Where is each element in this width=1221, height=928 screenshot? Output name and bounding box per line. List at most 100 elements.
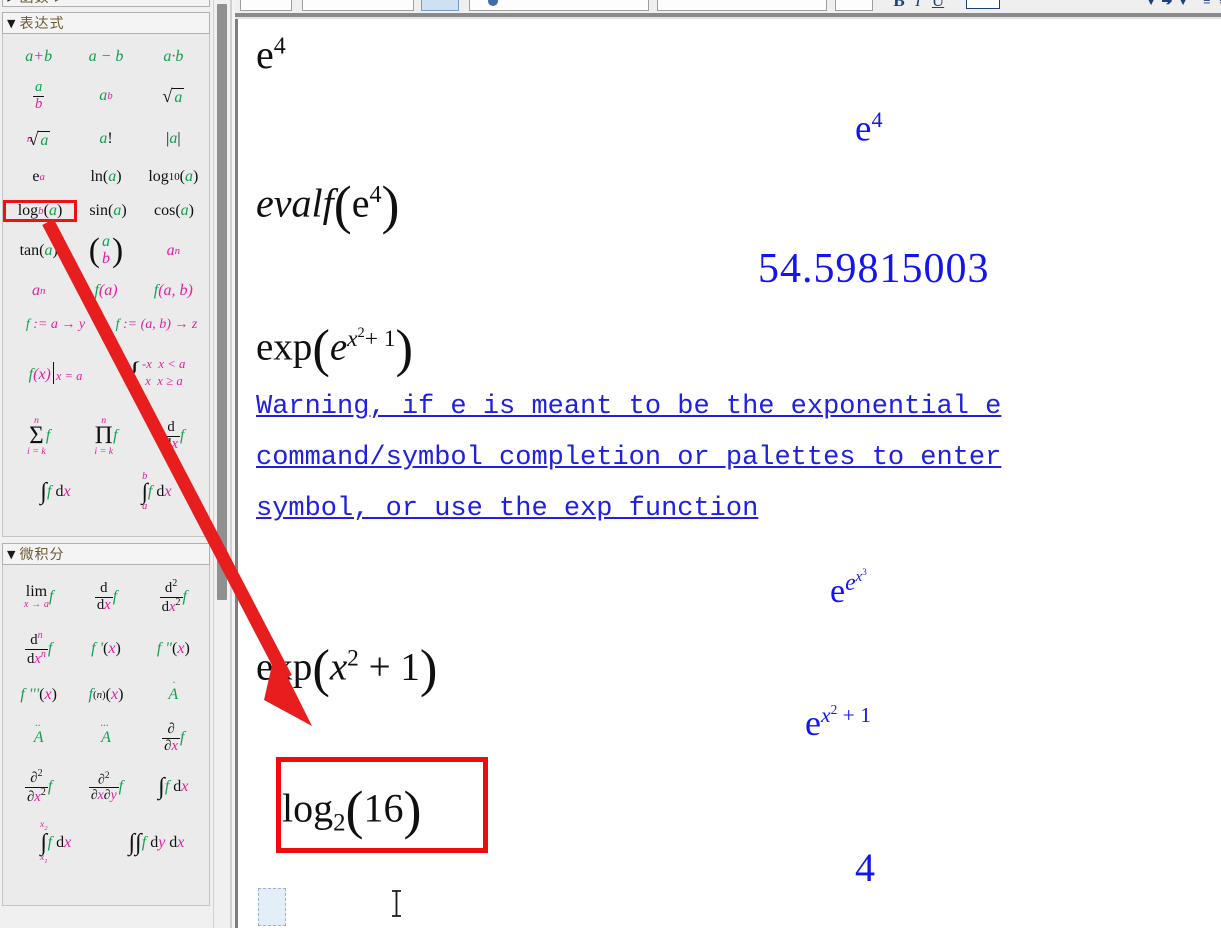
palette-scrollbar-thumb[interactable] bbox=[217, 4, 227, 600]
text-cursor-icon bbox=[392, 890, 401, 917]
palette-grid-calculus: lim x → a f d dx f d2 dx2 f dn dxn f f '(x) f "… bbox=[2, 565, 210, 906]
worksheet-input-1[interactable]: e4 bbox=[256, 31, 286, 78]
palette-item-a-sub-n-2[interactable]: an bbox=[5, 282, 72, 300]
palette-item-f-triple-prime[interactable]: f '''(x) bbox=[5, 686, 72, 704]
palette-item-exp-a[interactable]: ea bbox=[5, 168, 72, 186]
palette-item-f-of-a[interactable]: f (a) bbox=[72, 282, 139, 300]
palette-item-partial-dx[interactable]: ∂ ∂x f bbox=[140, 721, 207, 754]
palette-scrollbar[interactable] bbox=[213, 0, 231, 928]
palette-item-dn-dxn[interactable]: dn dxn f bbox=[5, 630, 72, 667]
palette-item-a-plus-b[interactable]: a + b bbox=[5, 48, 72, 66]
output-e-base: e bbox=[855, 108, 872, 150]
text-color-icon[interactable] bbox=[966, 0, 1000, 9]
toolbar-color-box[interactable] bbox=[469, 0, 649, 11]
palette-item-a-dot[interactable]: A · bbox=[140, 677, 207, 704]
palette-section-header-expressions[interactable]: ▼ 表达式 bbox=[2, 12, 210, 34]
palette-item-limit[interactable]: lim x → a f bbox=[5, 583, 72, 610]
underline-icon[interactable]: U bbox=[929, 0, 947, 11]
bold-icon[interactable]: B bbox=[890, 0, 908, 11]
exp-base: e bbox=[256, 32, 274, 77]
worksheet-input-3[interactable]: exp(ex2+ 1) bbox=[256, 319, 413, 379]
palette-item-power[interactable]: ab bbox=[72, 87, 139, 105]
chevron-down-icon: ▼ bbox=[7, 16, 16, 30]
align-right-icon[interactable]: ▼ bbox=[1175, 0, 1191, 11]
palette-row: ea ln(a) log 10(a) bbox=[5, 160, 207, 194]
palette-item-partial2-dxdy[interactable]: ∂2 ∂x∂y f bbox=[72, 771, 139, 802]
palette-item-a-minus-b[interactable]: a − b bbox=[72, 48, 139, 66]
palette-item-d-dx[interactable]: d dx f bbox=[72, 580, 139, 613]
exp-power: 4 bbox=[273, 33, 286, 60]
inner-power: 2 bbox=[357, 324, 365, 341]
palette-item-tan-a[interactable]: tan(a) bbox=[5, 242, 72, 260]
palette-item-piecewise[interactable]: { -x x < a x x ≥ a bbox=[106, 356, 207, 391]
toolbar-font-box[interactable] bbox=[302, 0, 414, 11]
palette-item-map-2var[interactable]: f := (a, b) → z bbox=[106, 317, 207, 333]
palette-item-indefinite-integral[interactable]: ∫ f dx bbox=[5, 479, 106, 506]
worksheet-output-4: ex2 + 1 bbox=[805, 702, 871, 744]
palette-item-log10-a[interactable]: log 10(a) bbox=[140, 168, 207, 186]
palette-row: lim x → a f d dx f d2 dx2 f bbox=[5, 571, 207, 623]
palette-item-definite-integral[interactable]: b ∫ a f dx bbox=[106, 471, 207, 512]
warning-line-2: command/symbol completion or palettes to… bbox=[256, 443, 1002, 473]
list-number-icon[interactable]: ≡ bbox=[1215, 0, 1221, 11]
worksheet-input-2[interactable]: evalf(e4) bbox=[256, 174, 399, 236]
palette-item-binomial[interactable]: ( ab ) bbox=[72, 232, 139, 270]
palette-item-eval-at[interactable]: f(x) x = a bbox=[5, 362, 106, 384]
palette-item-derivative[interactable]: d dx f bbox=[140, 419, 207, 452]
palette-item-f-of-a-b[interactable]: f (a, b) bbox=[140, 282, 207, 300]
palette-item-product[interactable]: nΠi = kf bbox=[72, 415, 139, 457]
palette-item-f-prime[interactable]: f '(x) bbox=[72, 640, 139, 658]
palette-item-f-double-prime[interactable]: f "(x) bbox=[140, 640, 207, 658]
worksheet-output-3: eex3 bbox=[830, 567, 867, 611]
exp-function-name: exp bbox=[256, 325, 313, 369]
worksheet-input-placeholder[interactable] bbox=[258, 888, 286, 926]
palette-item-abs[interactable]: | a | bbox=[140, 130, 207, 148]
worksheet-left-padding bbox=[238, 19, 246, 928]
palette-item-sin-a[interactable]: sin(a) bbox=[75, 202, 141, 220]
palette-item-logb-a[interactable]: log b(a) bbox=[3, 200, 77, 222]
palette-row: nΣi = kf nΠi = kf d dx f bbox=[5, 404, 207, 468]
palette-item-integral-f-dx[interactable]: ∫ f dx bbox=[140, 774, 207, 801]
toolbar-extra-box[interactable] bbox=[657, 0, 827, 11]
list-bullet-icon[interactable]: ≡ bbox=[1199, 0, 1215, 11]
palette-item-d2-dx2[interactable]: d2 dx2 f bbox=[140, 578, 207, 615]
palette-row: log b(a) sin(a) cos(a) bbox=[3, 194, 207, 228]
out3-e: e bbox=[830, 573, 846, 611]
exp4-power: 2 bbox=[347, 645, 359, 672]
out4-x: x bbox=[820, 703, 831, 728]
palette-item-sqrt[interactable]: √ a bbox=[140, 86, 207, 107]
evalf-name: evalf bbox=[256, 180, 334, 226]
toolbar-zoom-box[interactable] bbox=[835, 0, 873, 11]
palette-section-label-expressions: 表达式 bbox=[19, 16, 65, 32]
toolbar-size-box[interactable] bbox=[421, 0, 459, 11]
exp4-name: exp bbox=[256, 645, 313, 689]
palette-item-a-sub-n[interactable]: an bbox=[140, 242, 207, 260]
palette-item-nth-root[interactable]: n √ a bbox=[5, 129, 72, 150]
worksheet-output-5: 4 bbox=[855, 845, 875, 890]
palette-item-sum[interactable]: nΣi = kf bbox=[5, 415, 72, 457]
italic-icon[interactable]: I bbox=[911, 0, 925, 11]
inner-plus-one: + 1 bbox=[364, 325, 396, 352]
palette-section-header-calculus[interactable]: ▼ 微积分 bbox=[2, 543, 210, 565]
align-center-icon[interactable]: ➔ bbox=[1159, 0, 1175, 11]
palette-row: an f (a) f (a, b) bbox=[5, 274, 207, 308]
palette-item-map-1var[interactable]: f := a → y bbox=[5, 317, 106, 333]
palette-item-a-dddot[interactable]: A ··· bbox=[72, 720, 139, 747]
formatting-toolbar: B I U ▼ ➔ ▼ ≡ ≡ bbox=[235, 0, 1221, 13]
palette-item-definite-integral-x1x2[interactable]: x2 ∫ x1 f dx bbox=[5, 820, 106, 866]
palette-section-header-collapsed[interactable]: ▼ 函数 ▸ bbox=[2, 0, 210, 7]
palette-item-fraction[interactable]: ab bbox=[5, 79, 72, 112]
palette-item-partial2-dx2[interactable]: ∂2 ∂x2 f bbox=[5, 768, 72, 805]
palette-item-ln-a[interactable]: ln(a) bbox=[72, 168, 139, 186]
palette-item-a-times-b[interactable]: a · b bbox=[140, 48, 207, 66]
palette-item-double-integral[interactable]: ∫∫ f dy dx bbox=[106, 830, 207, 857]
palette-item-f-nth[interactable]: f (n)(x) bbox=[72, 686, 139, 704]
palette-row: A ·· A ··· ∂ ∂x f bbox=[5, 715, 207, 761]
palette-item-factorial[interactable]: a! bbox=[72, 130, 139, 148]
align-left-icon[interactable]: ▼ bbox=[1143, 0, 1159, 11]
palette-item-cos-a[interactable]: cos(a) bbox=[141, 202, 207, 220]
palette-row: f := a → y f := (a, b) → z bbox=[5, 308, 207, 342]
palette-item-a-ddot[interactable]: A ·· bbox=[5, 720, 72, 747]
worksheet-input-4[interactable]: exp(x2 + 1) bbox=[256, 639, 437, 699]
toolbar-style-box[interactable] bbox=[240, 0, 292, 11]
